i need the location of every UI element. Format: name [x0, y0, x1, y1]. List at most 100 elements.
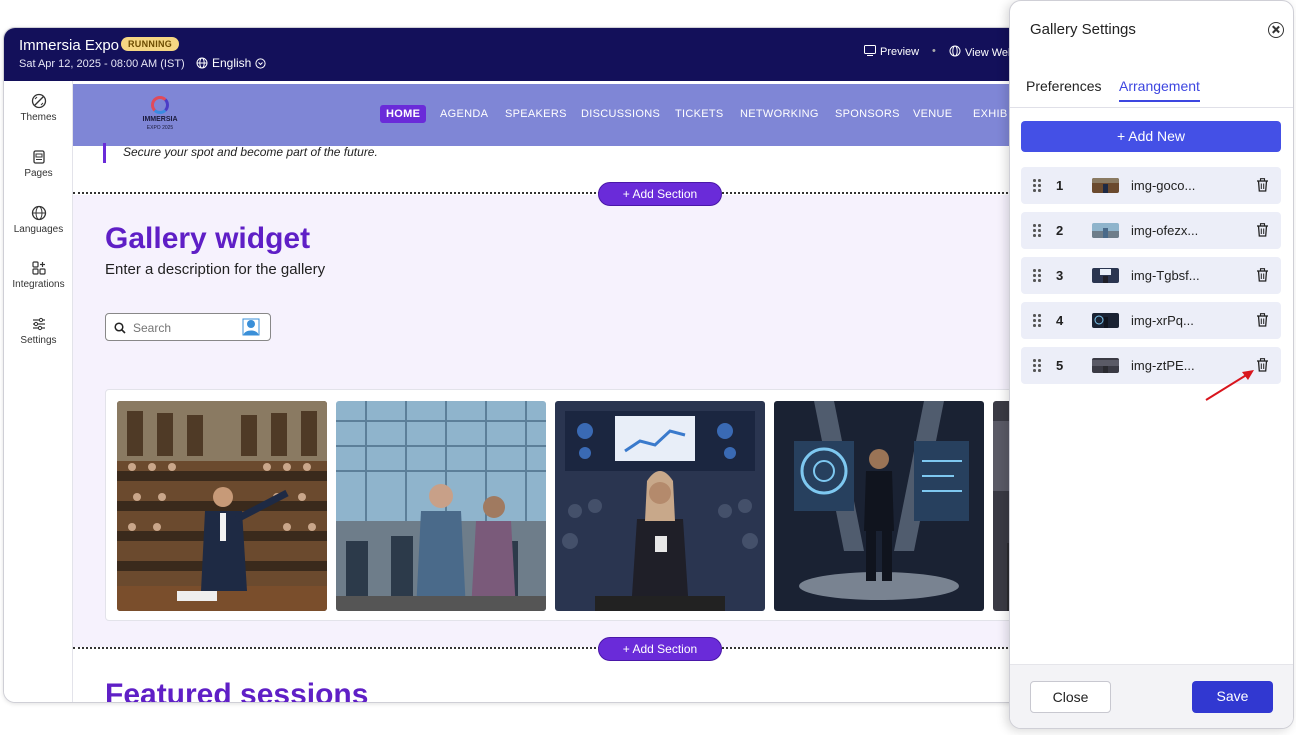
event-datetime: Sat Apr 12, 2025 - 08:00 AM (IST)	[19, 58, 185, 70]
close-icon[interactable]	[1268, 22, 1284, 38]
trash-icon[interactable]	[1256, 178, 1269, 197]
save-button[interactable]: Save	[1192, 681, 1273, 713]
user-avatar-icon	[242, 318, 260, 341]
gallery-description[interactable]: Enter a description for the gallery	[105, 261, 325, 278]
image-index: 3	[1056, 268, 1064, 283]
image-filename: img-xrPq...	[1131, 313, 1194, 328]
image-index: 4	[1056, 313, 1064, 328]
search-input[interactable]	[133, 319, 233, 336]
image-row[interactable]: 4 img-xrPq...	[1021, 302, 1281, 339]
search-icon	[114, 321, 126, 339]
image-thumbnail	[1092, 178, 1119, 193]
status-badge: RUNNING	[121, 37, 180, 51]
nav-discussions[interactable]: DISCUSSIONS	[581, 108, 660, 120]
view-website-button[interactable]: View Wel	[949, 45, 1010, 60]
drag-handle-icon[interactable]	[1033, 314, 1041, 327]
preview-label: Preview	[880, 46, 920, 58]
gallery-image-tech-stage[interactable]	[774, 401, 984, 611]
sidebar-item-integrations[interactable]: Integrations	[4, 260, 73, 290]
nav-networking[interactable]: NETWORKING	[740, 108, 819, 120]
image-index: 2	[1056, 223, 1064, 238]
palette-icon	[4, 93, 73, 109]
add-new-button[interactable]: + Add New	[1021, 121, 1281, 152]
sidebar-item-settings[interactable]: Settings	[4, 316, 73, 346]
trash-icon[interactable]	[1256, 268, 1269, 287]
trash-icon[interactable]	[1256, 223, 1269, 242]
logo-mark-icon	[151, 96, 169, 114]
view-website-label: View Wel	[965, 46, 1011, 59]
tabs-divider	[1010, 107, 1293, 108]
image-index: 5	[1056, 358, 1064, 373]
globe-icon	[4, 205, 73, 221]
gallery-image-lecture-hall[interactable]	[117, 401, 327, 611]
trash-icon[interactable]	[1256, 313, 1269, 332]
site-navbar: IMMERSIA EXPO 2025 HOME AGENDA SPEAKERS …	[73, 84, 1042, 146]
image-index: 1	[1056, 178, 1064, 193]
nav-tickets[interactable]: TICKETS	[675, 108, 724, 120]
image-filename: img-ztPE...	[1131, 358, 1195, 373]
add-section-button[interactable]: + Add Section	[598, 637, 722, 661]
nav-agenda[interactable]: AGENDA	[440, 108, 488, 120]
drag-handle-icon[interactable]	[1033, 269, 1041, 282]
image-thumbnail	[1092, 313, 1119, 328]
image-row[interactable]: 1 img-goco...	[1021, 167, 1281, 204]
hero-tagline: Secure your spot and become part of the …	[103, 143, 378, 163]
sidebar-item-label: Integrations	[12, 279, 65, 290]
featured-sessions-title[interactable]: Featured sessions	[105, 678, 368, 702]
event-title: Immersia Expo	[19, 37, 120, 54]
sidebar-item-themes[interactable]: Themes	[4, 93, 73, 123]
sidebar-item-pages[interactable]: Pages	[4, 149, 73, 179]
section-divider	[73, 192, 1042, 194]
image-row[interactable]: 2 img-ofezx...	[1021, 212, 1281, 249]
nav-speakers[interactable]: SPEAKERS	[505, 108, 567, 120]
nav-home[interactable]: HOME	[380, 105, 427, 123]
panel-title: Gallery Settings	[1030, 21, 1136, 38]
sidebar-item-label: Pages	[24, 168, 53, 179]
nav-sponsors[interactable]: SPONSORS	[835, 108, 900, 120]
gallery-title[interactable]: Gallery widget	[105, 222, 310, 256]
top-bar: Immersia Expo RUNNING Sat Apr 12, 2025 -…	[4, 28, 1042, 81]
nav-venue[interactable]: VENUE	[913, 108, 952, 120]
site-logo[interactable]: IMMERSIA EXPO 2025	[135, 96, 185, 132]
language-selector[interactable]: English	[196, 56, 266, 70]
sidebar-item-label: Themes	[20, 112, 57, 123]
pages-icon	[4, 149, 73, 165]
preview-icon	[864, 45, 876, 59]
chevron-down-icon	[255, 57, 266, 69]
image-filename: img-ofezx...	[1131, 223, 1199, 238]
separator-dot: •	[932, 45, 936, 57]
gallery-search[interactable]	[105, 313, 271, 341]
integrations-icon	[4, 260, 73, 276]
sidebar-item-label: Settings	[20, 335, 57, 346]
image-filename: img-goco...	[1131, 178, 1196, 193]
left-sidebar: Themes Pages Languages Integrations Sett…	[4, 81, 73, 702]
nav-exhibitors[interactable]: EXHIB	[973, 108, 1008, 120]
page-canvas: IMMERSIA EXPO 2025 HOME AGENDA SPEAKERS …	[73, 81, 1042, 702]
image-thumbnail	[1092, 223, 1119, 238]
section-divider	[73, 647, 1042, 649]
logo-text: IMMERSIA	[142, 116, 178, 123]
image-row[interactable]: 3 img-Tgbsf...	[1021, 257, 1281, 294]
add-section-button[interactable]: + Add Section	[598, 182, 722, 206]
close-button[interactable]: Close	[1030, 681, 1111, 713]
sidebar-item-languages[interactable]: Languages	[4, 205, 73, 235]
gallery-grid	[105, 389, 1042, 621]
preview-button[interactable]: Preview	[864, 45, 919, 59]
panel-footer: Close Save	[1010, 664, 1293, 728]
drag-handle-icon[interactable]	[1033, 179, 1041, 192]
tab-preferences[interactable]: Preferences	[1026, 78, 1101, 94]
globe-icon	[196, 57, 208, 69]
gallery-image-networking[interactable]	[336, 401, 546, 611]
image-thumbnail	[1092, 358, 1119, 373]
editor-window: Immersia Expo RUNNING Sat Apr 12, 2025 -…	[3, 27, 1043, 703]
drag-handle-icon[interactable]	[1033, 224, 1041, 237]
sidebar-item-label: Languages	[13, 224, 64, 235]
image-filename: img-Tgbsf...	[1131, 268, 1200, 283]
drag-handle-icon[interactable]	[1033, 359, 1041, 372]
sliders-icon	[4, 316, 73, 332]
annotation-arrow-icon	[1205, 370, 1254, 401]
tab-arrangement[interactable]: Arrangement	[1119, 78, 1200, 102]
language-label: English	[212, 56, 252, 70]
gallery-image-conference[interactable]	[555, 401, 765, 611]
globe-icon	[949, 45, 961, 60]
